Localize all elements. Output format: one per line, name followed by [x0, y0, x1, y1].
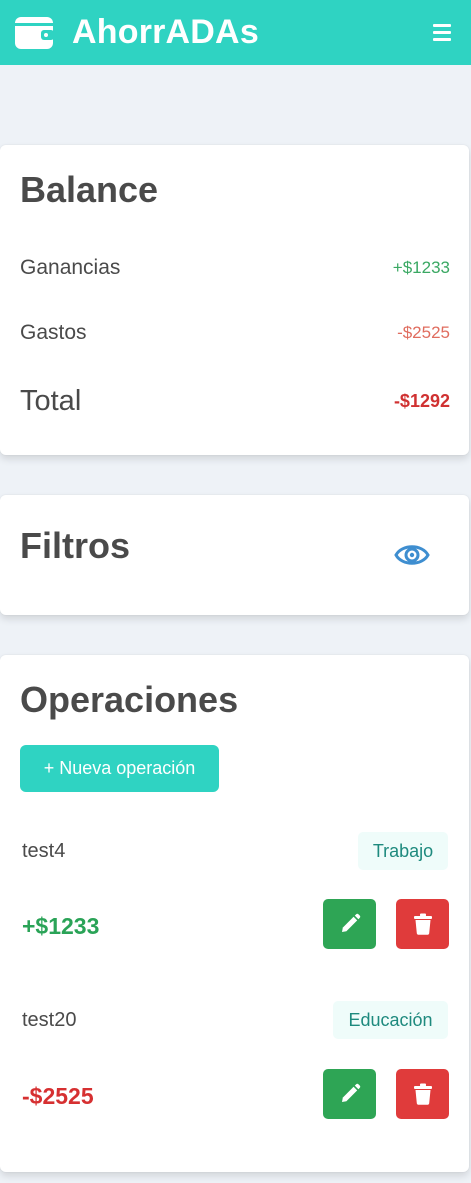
total-label: Total [20, 385, 82, 417]
edit-button[interactable] [323, 1069, 376, 1119]
ganancias-label: Ganancias [20, 256, 121, 279]
delete-button[interactable] [396, 1069, 449, 1119]
category-tag: Educación [333, 1001, 448, 1039]
balance-row-total: Total -$1292 [20, 385, 450, 418]
balance-row-gastos: Gastos -$2525 [20, 321, 450, 345]
gastos-label: Gastos [20, 321, 87, 344]
balance-row-ganancias: Ganancias +$1233 [20, 256, 450, 280]
ganancias-value: +$1233 [392, 258, 450, 277]
operation-amount: -$2525 [22, 1083, 94, 1109]
edit-button[interactable] [323, 899, 376, 949]
delete-button[interactable] [396, 899, 449, 949]
trash-icon [413, 913, 432, 935]
balance-title: Balance [20, 169, 159, 210]
pencil-icon [341, 1083, 360, 1102]
hamburger-menu-icon[interactable] [433, 24, 451, 41]
operation-description: test20 [22, 1009, 77, 1031]
filters-title: Filtros [20, 525, 131, 566]
operation-description: test4 [22, 840, 66, 862]
brand[interactable]: AhorrADAs [14, 13, 259, 52]
trash-icon [413, 1083, 432, 1105]
operation-amount: +$1233 [22, 913, 100, 939]
total-value: -$1292 [393, 391, 450, 411]
operations-title: Operaciones [20, 679, 239, 720]
new-operation-button[interactable]: + Nueva operación [20, 745, 219, 792]
eye-icon[interactable] [394, 540, 430, 570]
gastos-value: -$2525 [397, 323, 450, 342]
app-title: AhorrADAs [72, 13, 259, 51]
navbar: AhorrADAs [0, 0, 471, 65]
category-tag: Trabajo [358, 832, 448, 870]
pencil-icon [341, 913, 360, 932]
wallet-icon [14, 16, 54, 50]
